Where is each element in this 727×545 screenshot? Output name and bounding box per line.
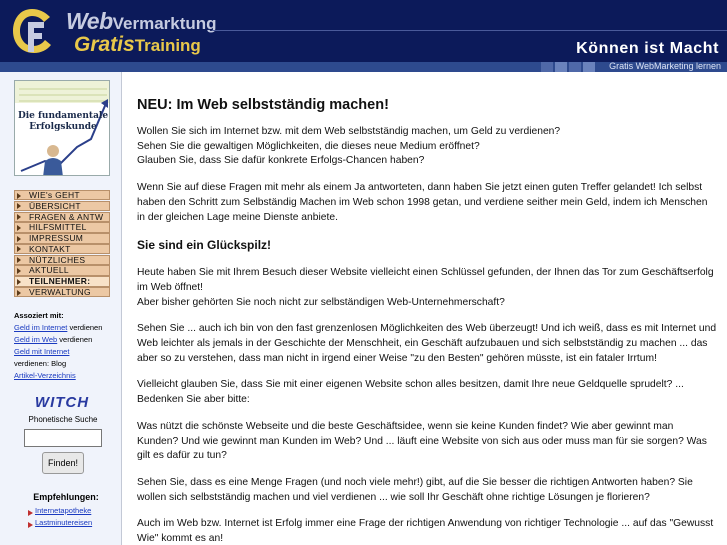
subbar-tagline: Gratis WebMarketing lernen: [609, 61, 721, 71]
intro-line: Wollen Sie sich im Internet bzw. mit dem…: [137, 126, 561, 137]
brand-web: Web: [66, 8, 113, 34]
paragraph: Heute haben Sie mit Ihrem Besuch dieser …: [137, 266, 717, 310]
link-geld-im-web[interactable]: Geld im Web: [14, 335, 57, 344]
search-button[interactable]: Finden!: [42, 452, 84, 474]
site-header: WebVermarktung GratisTraining Können ist…: [0, 0, 727, 62]
menu-item[interactable]: IMPRESSUM: [14, 233, 110, 244]
menu-arrow-icon: [17, 246, 21, 253]
associated-links: Assoziert mit: Geld im Internet verdiene…: [14, 310, 118, 382]
menu-arrow-icon: [17, 203, 21, 210]
recommendation-internetapotheke[interactable]: Internetapotheke: [35, 506, 91, 515]
menu-arrow-icon: [17, 235, 21, 242]
paragraph: Sehen Sie, dass es eine Menge Fragen (un…: [137, 476, 693, 503]
main-content: NEU: Im Web selbstständig machen! Wollen…: [137, 96, 717, 545]
menu-item[interactable]: ÜBERSICHT: [14, 200, 110, 212]
menu-item-label: WIE's GEHT: [29, 190, 80, 200]
erfolgskunde-banner[interactable]: Die fundamentale Erfolgskunde: [14, 80, 110, 176]
banner-title: Die fundamentale Erfolgskunde: [17, 111, 109, 132]
subbar-square: [541, 62, 553, 72]
header-slogan: Können ist Macht: [576, 40, 719, 57]
associated-text: verdienen: [57, 335, 93, 344]
menu-item[interactable]: VERWALTUNG: [14, 287, 110, 298]
menu-item[interactable]: NÜTZLICHES: [14, 254, 110, 266]
menu-item[interactable]: KONTAKT: [14, 243, 110, 255]
menu-item-label: KONTAKT: [29, 243, 71, 254]
menu-item-label: NÜTZLICHES: [29, 254, 86, 265]
menu-item[interactable]: FRAGEN & ANTW: [14, 211, 110, 222]
sidebar: Die fundamentale Erfolgskunde WIE's GEHT…: [0, 72, 122, 545]
menu-item-label: VERWALTUNG: [29, 287, 91, 298]
menu-arrow-icon: [17, 267, 21, 274]
section-heading: Sie sind ein Glückspilz!: [137, 238, 272, 253]
link-artikel-verzeichnis[interactable]: Artikel-Verzeichnis: [14, 371, 76, 380]
paragraph: Sehen Sie ... auch ich bin von den fast …: [137, 323, 717, 364]
paragraph-line: Heute haben Sie mit Ihrem Besuch dieser …: [137, 267, 714, 293]
associated-line: Geld mit Internet: [14, 346, 118, 358]
sidebar-menu: WIE's GEHT ÜBERSICHT FRAGEN & ANTW HILFSMIT…: [14, 190, 110, 298]
intro-line: Glauben Sie, dass Sie dafür konkrete Erf…: [137, 155, 425, 167]
recommendation-arrow-icon: [28, 510, 33, 516]
menu-arrow-icon: [17, 224, 21, 231]
associated-heading: Assoziert mit:: [14, 311, 64, 320]
menu-arrow-icon: [17, 257, 21, 264]
menu-item-label: AKTUELL: [29, 265, 69, 276]
paragraph: Wenn Sie auf diese Fragen mit mehr als e…: [137, 182, 708, 223]
subbar-square: [583, 62, 595, 72]
brand-gratis: Gratis: [74, 33, 135, 56]
intro-paragraph: Wollen Sie sich im Internet bzw. mit dem…: [137, 125, 717, 169]
recommendation-lastminutereisen[interactable]: Lastminutereisen: [35, 518, 92, 527]
subbar-square: [569, 62, 581, 72]
header-divider: [212, 30, 727, 31]
menu-item-label: ÜBERSICHT: [29, 200, 81, 211]
menu-arrow-icon: [17, 192, 21, 199]
intro-line: Sehen Sie die gewaltigen Möglichkeiten, …: [137, 140, 480, 152]
page-title: NEU: Im Web selbstständig machen!: [137, 97, 389, 113]
menu-item-label: IMPRESSUM: [29, 233, 84, 244]
menu-item[interactable]: WIE's GEHT: [14, 190, 110, 201]
menu-item[interactable]: TEILNEHMER:: [14, 276, 110, 287]
menu-arrow-icon: [17, 289, 21, 296]
menu-item-label: HILFSMITTEL: [29, 222, 87, 233]
menu-item-label: FRAGEN & ANTW: [29, 211, 104, 222]
menu-arrow-icon: [17, 214, 21, 221]
recommendations-heading: Empfehlungen:: [33, 492, 99, 502]
subbar-square: [555, 62, 567, 72]
link-geld-im-internet[interactable]: Geld im Internet: [14, 323, 67, 332]
paragraph: Was nützt die schönste Webseite und die …: [137, 420, 707, 462]
menu-item-label: TEILNEHMER:: [29, 276, 91, 287]
link-geld-mit-internet[interactable]: Geld mit Internet: [14, 347, 69, 356]
brand-vermarktung: Vermarktung: [112, 14, 217, 33]
paragraph-line: Aber bisher gehörten Sie noch nicht zur …: [137, 296, 505, 308]
search-input[interactable]: [24, 429, 102, 447]
paragraph: Vielleicht glauben Sie, dass Sie mit ein…: [137, 379, 684, 406]
brand-training: Training: [134, 36, 201, 55]
associated-text-blog: verdienen: Blog: [14, 359, 67, 368]
associated-line: Geld im Web verdienen: [14, 334, 118, 346]
associated-text: verdienen: [67, 323, 103, 332]
witch-logo: WITCH: [34, 394, 90, 411]
site-logo-icon[interactable]: [10, 6, 54, 56]
associated-line: Artikel-Verzeichnis: [14, 370, 118, 382]
brand-line-gratistraining: GratisTraining: [74, 33, 201, 57]
phonetic-search-label: Phonetische Suche: [28, 415, 98, 424]
brand-line-webvermarktung: WebVermarktung: [66, 8, 217, 35]
header-subbar: Gratis WebMarketing lernen: [0, 61, 727, 72]
menu-arrow-icon: [17, 278, 21, 285]
paragraph: Auch im Web bzw. Internet ist Erfolg imm…: [137, 518, 714, 545]
menu-item[interactable]: HILFSMITTEL: [14, 222, 110, 233]
associated-line: Geld im Internet verdienen: [14, 322, 118, 334]
menu-item[interactable]: AKTUELL: [14, 265, 110, 276]
recommendation-arrow-icon: [28, 522, 33, 528]
